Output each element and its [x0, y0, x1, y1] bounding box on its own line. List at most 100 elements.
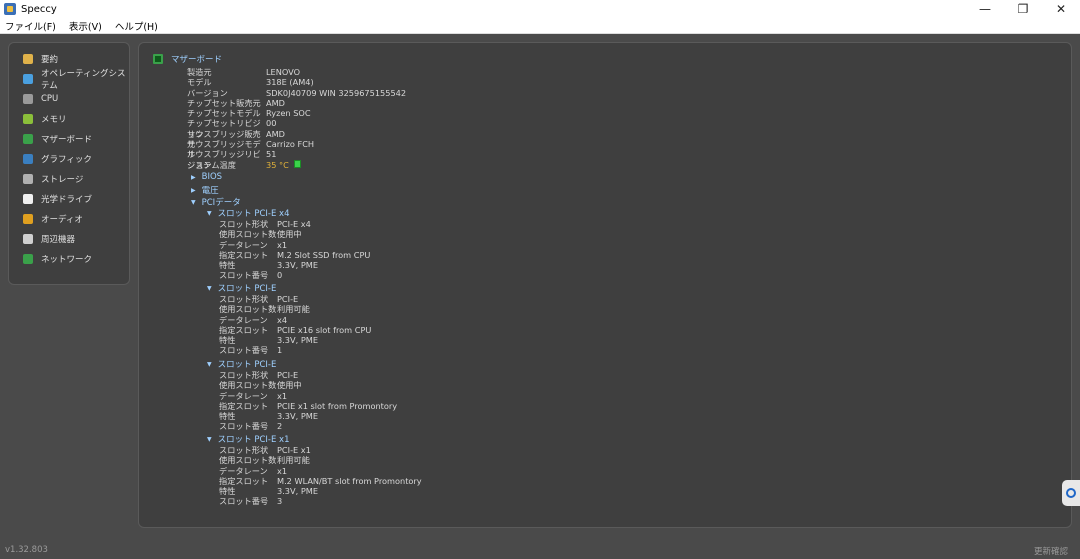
slot-property-row: 指定スロット PCIE x16 slot from CPU: [219, 325, 371, 335]
expand-arrow-icon: ▶: [191, 173, 196, 181]
slot-details: スロット形状 PCI-E x4 使用スロット数 使用中 データレーン x1 指定スロット M.…: [219, 219, 370, 281]
sidebar-item[interactable]: ネットワーク: [9, 249, 129, 269]
slot-property-row: 特性 3.3V, PME: [219, 411, 397, 421]
slot-property-name: 指定スロット: [219, 324, 269, 335]
slot-property-row: スロット形状 PCI-E x1: [219, 445, 422, 455]
slot-property-name: スロット形状: [219, 445, 269, 455]
slot-property-value: x1: [277, 465, 288, 476]
property-row: サウスブリッジ販売元 AMD: [187, 128, 406, 150]
slot-property-value: PCIE x1 slot from Promontory: [277, 400, 398, 411]
sidebar-item-label: ネットワーク: [41, 255, 93, 265]
sidebar-item[interactable]: オーディオ: [9, 209, 129, 229]
minimize-button[interactable]: —: [966, 0, 1004, 18]
sidebar-item-label: 要約: [41, 55, 59, 65]
restore-button[interactable]: ❐: [1004, 0, 1042, 18]
tree-node-slot[interactable]: ▼ スロット PCI-E: [207, 358, 276, 370]
property-row: サウスブリッジリビジョン 51: [187, 149, 406, 170]
slot-property-value: PCI-E x1: [277, 445, 311, 455]
slot-property-row: データレーン x1: [219, 391, 397, 401]
sidebar-item-label: 周辺機器: [41, 235, 76, 245]
version-label: v1.32.803: [5, 545, 48, 555]
status-bar: v1.32.803 更新確認: [0, 540, 1080, 559]
sidebar-item[interactable]: 光学ドライブ: [9, 189, 129, 209]
sidebar-item[interactable]: メモリ: [9, 109, 129, 129]
slot-property-name: 特性: [219, 411, 236, 422]
summary-icon: [23, 54, 33, 64]
sidebar-item[interactable]: マザーボード: [9, 129, 129, 149]
sidebar-item[interactable]: オペレーティングシステム: [9, 69, 129, 91]
tree-node-bios[interactable]: ▶ BIOS: [191, 172, 222, 182]
slot-property-row: 指定スロット PCIE x1 slot from Promontory: [219, 401, 397, 411]
slot-property-value: x4: [277, 314, 288, 325]
collapse-arrow-icon: ▼: [207, 360, 212, 368]
property-name: チップセットモデル: [187, 108, 261, 119]
sidebar-item[interactable]: CPU: [9, 89, 129, 109]
slot-property-row: スロット形状 PCI-E: [219, 370, 397, 380]
sidebar-item-label: オーディオ: [41, 215, 83, 225]
property-name: チップセット販売元: [187, 97, 261, 108]
edge-helper-widget[interactable]: [1062, 480, 1080, 506]
menu-file[interactable]: ファイル(F): [5, 19, 56, 33]
section-title: マザーボード: [171, 55, 223, 65]
slot-property-name: データレーン: [219, 465, 268, 476]
property-name: サウスブリッジリビジョン: [187, 149, 261, 170]
slot-property-row: データレーン x4: [219, 315, 371, 325]
window-title: Speccy: [21, 3, 57, 15]
slot-property-row: スロット番号 1: [219, 345, 371, 355]
sidebar-item-label: メモリ: [41, 115, 67, 125]
slot-property-name: スロット番号: [219, 496, 269, 507]
property-value: LENOVO: [266, 67, 301, 77]
tree-node-slot[interactable]: ▼ スロット PCI-E x1: [207, 433, 289, 445]
slot-property-row: 使用スロット数 利用可能: [219, 304, 371, 314]
temperature-value: 35 °C: [266, 159, 289, 170]
hdd-icon: [23, 174, 33, 184]
slot-property-name: 使用スロット数: [219, 455, 277, 466]
sidebar-item[interactable]: グラフィック: [9, 149, 129, 169]
tree-node-label: BIOS: [201, 172, 223, 182]
slot-title: スロット PCI-E x1: [217, 435, 290, 445]
sidebar-item[interactable]: 要約: [9, 49, 129, 69]
menu-help[interactable]: ヘルプ(H): [115, 19, 158, 33]
property-row: モデル 318E (AM4): [187, 77, 406, 87]
motherboard-icon: [153, 54, 163, 64]
property-name: サウスブリッジ販売元: [187, 128, 261, 150]
slot-property-value: 1: [277, 345, 283, 356]
slot-property-value: 利用可能: [277, 455, 310, 466]
details-panel: マザーボード 製造元 LENOVO モデル 318E (AM4) バージョン SDK0J4…: [138, 42, 1072, 528]
monitor-icon: [23, 154, 33, 164]
property-name: サウスブリッジモデル: [187, 139, 261, 160]
slot-property-name: データレーン: [219, 390, 268, 401]
slot-property-name: スロット番号: [219, 345, 269, 356]
slot-details: スロット形状 PCI-E 使用スロット数 使用中 データレーン x1 指定スロット PCIE …: [219, 370, 397, 432]
close-button[interactable]: ✕: [1042, 0, 1080, 18]
slot-property-name: 特性: [219, 260, 236, 271]
property-value: SDK0J40709 WIN 3259675155542: [266, 87, 407, 98]
slot-property-row: 指定スロット M.2 WLAN/BT slot from Promontory: [219, 476, 422, 486]
slot-details: スロット形状 PCI-E x1 使用スロット数 利用可能 データレーン x1 指定スロット M…: [219, 445, 422, 507]
speccy-app-icon: [4, 3, 16, 15]
property-row: 製造元 LENOVO: [187, 67, 406, 77]
slot-property-value: 使用中: [277, 229, 302, 240]
slot-property-row: 指定スロット M.2 Slot SSD from CPU: [219, 250, 370, 260]
tree-node-slot[interactable]: ▼ スロット PCI-E x4: [207, 207, 289, 219]
slot-property-value: PCI-E: [277, 370, 299, 380]
section-header[interactable]: マザーボード: [153, 53, 222, 65]
slot-property-name: スロット形状: [219, 219, 269, 229]
tree-node-slot[interactable]: ▼ スロット PCI-E: [207, 282, 276, 294]
property-name: 製造元: [187, 67, 212, 77]
property-value: AMD: [266, 128, 285, 139]
slot-property-row: 特性 3.3V, PME: [219, 486, 422, 496]
menu-view[interactable]: 表示(V): [69, 19, 102, 33]
property-name: バージョン: [187, 87, 228, 98]
sidebar-item[interactable]: 周辺機器: [9, 229, 129, 249]
slot-property-row: データレーン x1: [219, 240, 370, 250]
slot-property-value: 3.3V, PME: [277, 260, 319, 271]
slot-property-name: 使用スロット数: [219, 380, 277, 391]
motherboard-icon: [23, 134, 33, 144]
check-update-link[interactable]: 更新確認: [1034, 545, 1068, 557]
cpu-icon: [23, 94, 33, 104]
sidebar-item[interactable]: ストレージ: [9, 169, 129, 189]
slot-property-name: データレーン: [219, 239, 268, 250]
slot-property-name: 指定スロット: [219, 249, 269, 260]
tree-node-voltage[interactable]: ▶ 電圧: [191, 184, 219, 196]
